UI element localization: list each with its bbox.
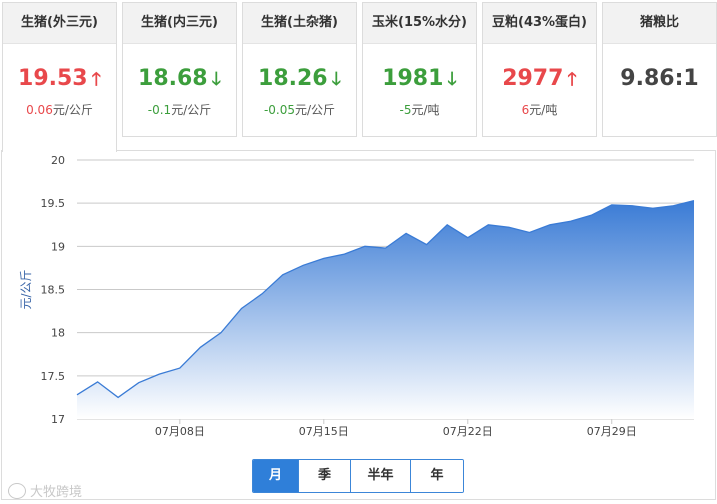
y-tick-label: 17: [51, 413, 65, 426]
arrow-up-icon: 🡑: [567, 69, 577, 90]
area-fill: [77, 200, 694, 419]
y-tick-label: 18.5: [41, 284, 66, 297]
card-title: 生猪(内三元): [123, 3, 236, 44]
x-tick-label: 07月08日: [155, 425, 205, 438]
price-card-2[interactable]: 生猪(土杂猪) 18.26 🡓 -0.05元/公斤: [242, 2, 357, 137]
arrow-down-icon: 🡓: [211, 69, 221, 90]
arrow-down-icon: 🡓: [331, 69, 341, 90]
price-card-3[interactable]: 玉米(15%水分) 1981 🡓 -5元/吨: [362, 2, 477, 137]
card-change: 6元/吨: [521, 103, 558, 117]
card-title: 玉米(15%水分): [363, 3, 476, 44]
range-tabs: 月 季 半年 年: [252, 459, 464, 493]
card-title: 豆粕(43%蛋白): [483, 3, 596, 44]
x-tick-label: 07月29日: [587, 425, 637, 438]
x-tick-label: 07月22日: [443, 425, 493, 438]
card-value: 2977 🡑: [502, 66, 577, 91]
range-tab-half-year[interactable]: 半年: [350, 460, 410, 492]
y-tick-label: 18: [51, 327, 65, 340]
range-tab-year[interactable]: 年: [410, 460, 463, 492]
card-title: 猪粮比: [603, 3, 716, 44]
card-value: 18.26 🡓: [258, 66, 341, 91]
area-chart: 17 17.5 18 18.5 19 19.5 20 07月08日 07月15日 07月22日 07…: [19, 154, 695, 438]
watermark-text: 大牧跨境: [30, 485, 83, 500]
arrow-down-icon: 🡓: [447, 69, 457, 90]
y-tick-label: 19: [51, 240, 65, 253]
card-change: -5元/吨: [399, 103, 440, 117]
card-change: -0.05元/公斤: [263, 103, 336, 117]
card-title: 生猪(土杂猪): [243, 3, 356, 44]
range-tab-quarter[interactable]: 季: [298, 460, 350, 492]
card-value: 9.86:1: [620, 66, 699, 91]
watermark-logo-icon: [8, 482, 26, 499]
range-tab-month[interactable]: 月: [253, 460, 298, 492]
card-change: -0.1元/公斤: [147, 103, 212, 117]
arrow-up-icon: 🡑: [91, 69, 101, 90]
card-value: 18.68 🡓: [138, 66, 221, 91]
price-cards: 生猪(外三元) 19.53 🡑 0.06元/公斤 生猪(内三元) 18.68 🡓 -…: [0, 0, 717, 152]
price-card-4[interactable]: 豆粕(43%蛋白) 2977 🡑 6元/吨: [482, 2, 597, 137]
card-title: 生猪(外三元): [3, 3, 116, 44]
y-tick-label: 19.5: [41, 197, 66, 210]
card-value: 19.53 🡑: [18, 66, 101, 91]
price-card-0[interactable]: 生猪(外三元) 19.53 🡑 0.06元/公斤: [2, 2, 117, 152]
price-card-1[interactable]: 生猪(内三元) 18.68 🡓 -0.1元/公斤: [122, 2, 237, 137]
x-tick-label: 07月15日: [299, 425, 349, 438]
price-card-5[interactable]: 猪粮比 9.86:1: [602, 2, 717, 137]
card-change: 0.06元/公斤: [26, 103, 93, 117]
card-value: 1981 🡓: [382, 66, 457, 91]
watermark: 大牧跨境: [8, 481, 82, 500]
y-axis-label: 元/公斤: [19, 269, 33, 309]
y-tick-label: 17.5: [41, 370, 66, 383]
y-tick-label: 20: [51, 154, 65, 167]
price-chart: 17 17.5 18 18.5 19 19.5 20 07月08日 07月15日 07月22日 07…: [1, 150, 716, 500]
